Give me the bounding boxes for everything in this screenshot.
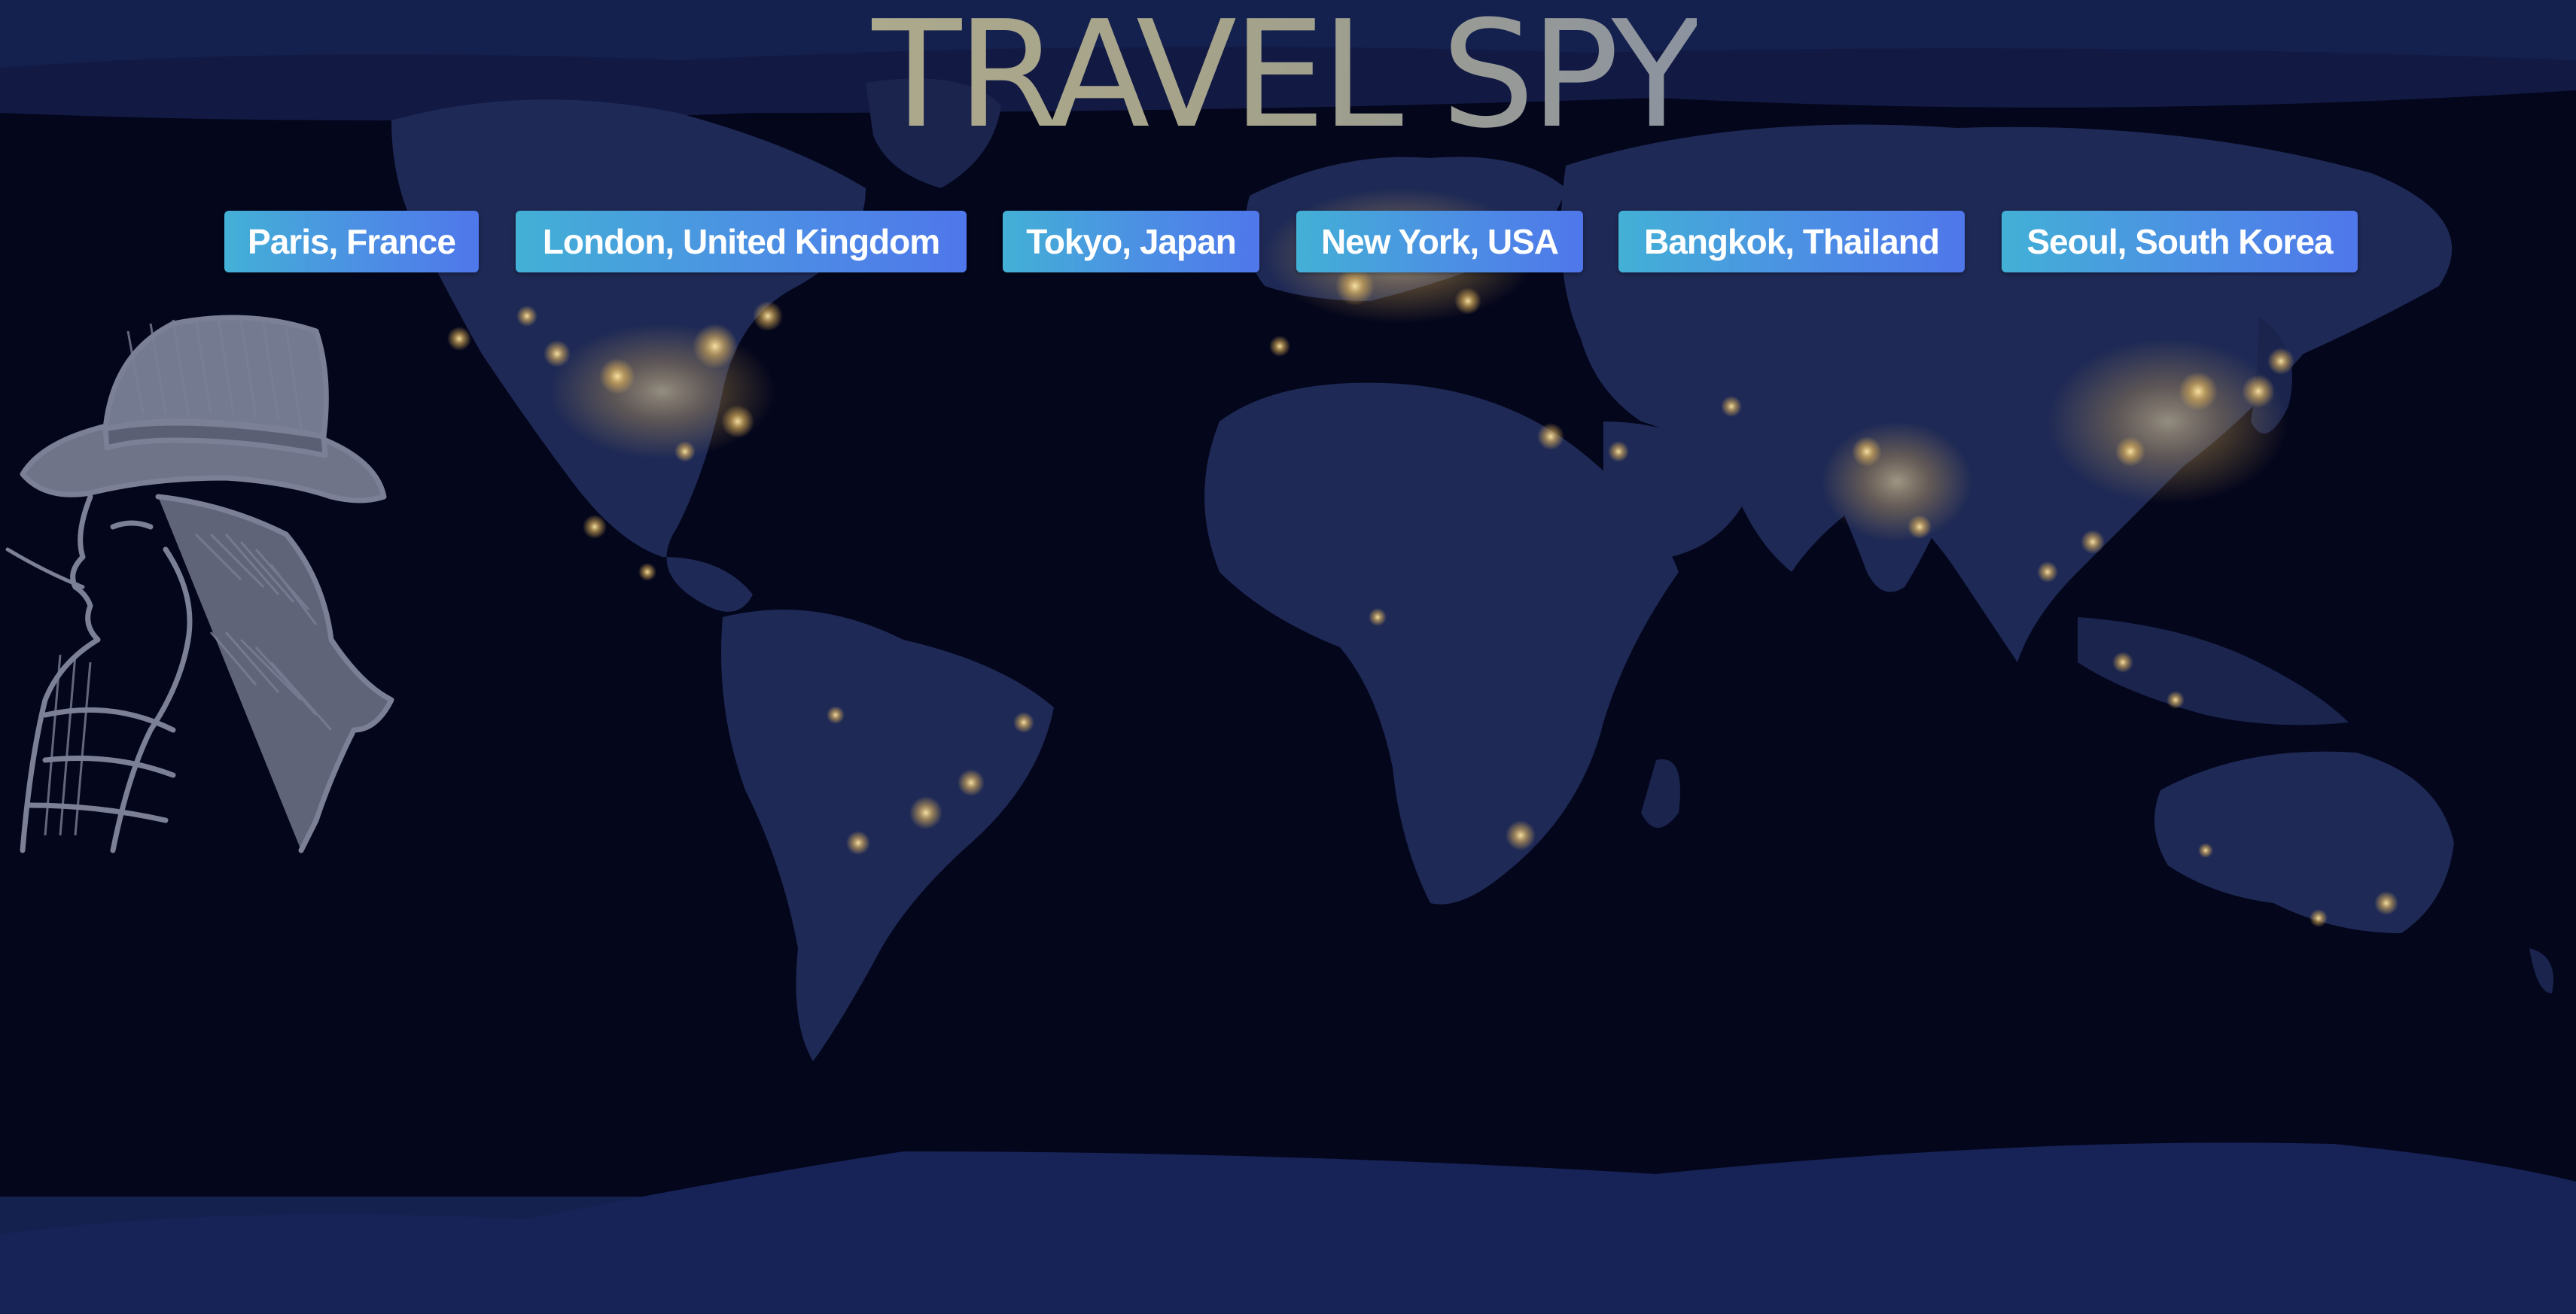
destination-button-bangkok[interactable]: Bangkok, Thailand: [1618, 211, 1965, 272]
destination-button-london[interactable]: London, United Kingdom: [516, 211, 967, 272]
page-title: TRAVEL SPY: [0, 0, 2576, 151]
destination-button-paris[interactable]: Paris, France: [224, 211, 479, 272]
destination-button-new-york[interactable]: New York, USA: [1296, 211, 1583, 272]
destination-button-seoul[interactable]: Seoul, South Korea: [2002, 211, 2358, 272]
destination-button-tokyo[interactable]: Tokyo, Japan: [1003, 211, 1259, 272]
spy-illustration-icon: [5, 315, 394, 853]
page-title-text: TRAVEL SPY: [872, 0, 1702, 161]
